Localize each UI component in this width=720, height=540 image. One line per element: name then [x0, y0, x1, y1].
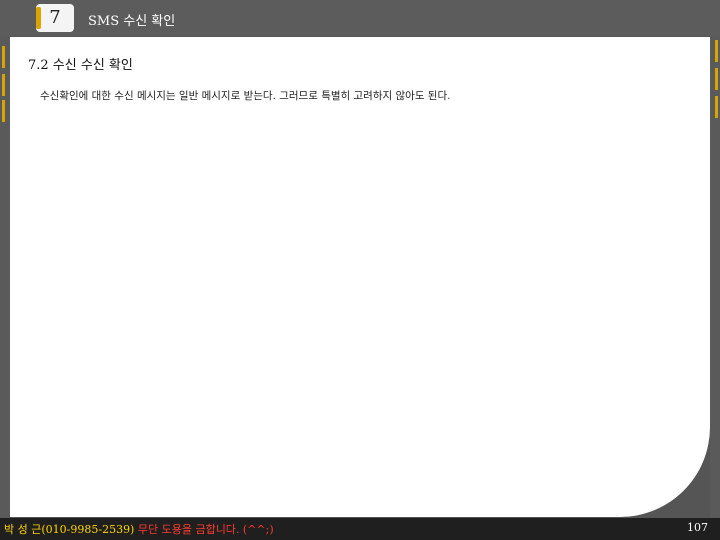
chapter-badge: 7: [36, 4, 74, 32]
page-number: 107: [687, 521, 708, 534]
slide-title: SMS 수신 확인: [88, 14, 176, 29]
right-accent-tick: [715, 40, 718, 62]
right-accent-tick: [715, 68, 718, 90]
footer-notice: 무단 도용을 금합니다. (^^;): [137, 523, 274, 536]
body-paragraph: 수신확인에 대한 수신 메시지는 일반 메시지로 받는다. 그러므로 특별히 고…: [40, 90, 451, 102]
left-accent-tick: [2, 100, 5, 122]
footer-author: 박 성 근(010-9985-2539): [4, 523, 138, 536]
header-bar: 7 SMS 수신 확인: [0, 0, 720, 36]
left-accent-tick: [2, 74, 5, 96]
content-panel: [10, 37, 710, 517]
right-accent-tick: [715, 96, 718, 118]
right-rail: [710, 36, 720, 518]
left-rail: [0, 36, 10, 518]
footer-credit: 박 성 근(010-9985-2539) 무단 도용을 금합니다. (^^;): [4, 521, 274, 537]
left-accent-tick: [2, 46, 5, 68]
chapter-number: 7: [49, 7, 61, 28]
footer-bar: 박 성 근(010-9985-2539) 무단 도용을 금합니다. (^^;) …: [0, 518, 720, 540]
section-title: 7.2 수신 수신 확인: [28, 58, 133, 73]
